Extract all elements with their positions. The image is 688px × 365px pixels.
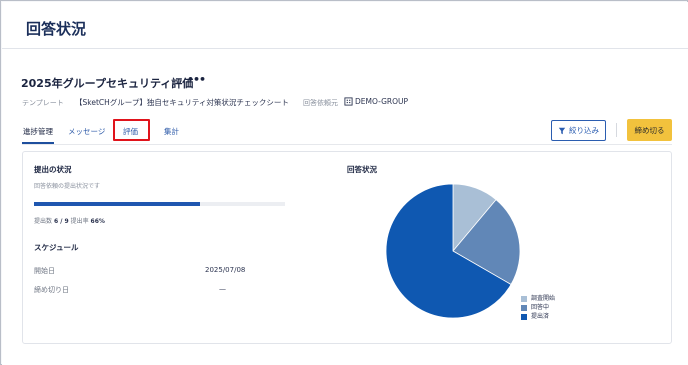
tab-aggregate[interactable]: 集計 bbox=[164, 126, 179, 137]
count-value: 6 / 9 bbox=[53, 218, 69, 225]
legend-swatch bbox=[521, 296, 527, 302]
legend-label: 調査開始 bbox=[531, 295, 556, 302]
highlight-box bbox=[113, 119, 150, 141]
requester-label: 回答依頼元 bbox=[303, 99, 338, 107]
response-pie-chart bbox=[385, 183, 521, 319]
submission-progress-bar bbox=[34, 202, 285, 206]
legend-label: 提出済 bbox=[531, 313, 550, 320]
rate-label: 提出率 bbox=[70, 218, 89, 225]
legend-swatch bbox=[521, 314, 527, 320]
legend-item: 提出済 bbox=[521, 313, 555, 321]
submission-progress-fill bbox=[34, 202, 200, 206]
filter-button-label: 絞り込み bbox=[569, 126, 599, 135]
legend-item: 調査開始 bbox=[521, 295, 555, 303]
legend-label: 回答中 bbox=[531, 304, 550, 311]
submission-subtitle: 回答依頼の提出状況です bbox=[34, 183, 101, 190]
main-content: 2025年グループセキュリティ評価 ••• テンプレート 【SketCHグループ… bbox=[2, 49, 688, 365]
legend-item: 回答中 bbox=[521, 304, 555, 312]
template-value: 【SketCHグループ】独自セキュリティ対策状況チェックシート bbox=[75, 98, 289, 107]
active-tab-indicator bbox=[22, 142, 54, 144]
tab-progress[interactable]: 進捗管理 bbox=[23, 126, 53, 137]
more-options-icon[interactable]: ••• bbox=[187, 73, 206, 86]
close-survey-button[interactable]: 締め切る bbox=[627, 119, 672, 141]
rate-value: 66% bbox=[90, 218, 105, 225]
deadline-label: 締め切り日 bbox=[34, 286, 69, 294]
tab-messages[interactable]: メッセージ bbox=[68, 126, 105, 137]
status-card: 提出の状況 回答依頼の提出状況です 提出数 6 / 9 提出率 66% スケジュ… bbox=[22, 151, 672, 344]
start-date-label: 開始日 bbox=[34, 267, 55, 275]
response-status-title: 回答状況 bbox=[347, 165, 377, 174]
window-frame: 回答状況 2025年グループセキュリティ評価 ••• テンプレート 【SketC… bbox=[0, 0, 688, 365]
building-icon bbox=[344, 97, 353, 106]
filter-button[interactable]: 絞り込み bbox=[551, 120, 606, 141]
start-date-value: 2025/07/08 bbox=[205, 266, 246, 274]
pie-legend: 調査開始回答中提出済 bbox=[521, 295, 555, 322]
count-label: 提出数 bbox=[34, 218, 53, 225]
template-label: テンプレート bbox=[22, 99, 64, 107]
toolbar-divider bbox=[616, 123, 617, 137]
requester-value: DEMO-GROUP bbox=[355, 97, 409, 106]
page-title: 回答状況 bbox=[26, 20, 87, 38]
survey-title: 2025年グループセキュリティ評価 bbox=[21, 77, 194, 90]
deadline-value: — bbox=[219, 285, 226, 293]
header-bar: 回答状況 bbox=[2, 2, 688, 49]
submission-stats: 提出数 6 / 9 提出率 66% bbox=[34, 216, 105, 225]
submission-title: 提出の状況 bbox=[34, 165, 72, 174]
schedule-title: スケジュール bbox=[34, 243, 79, 252]
tab-divider bbox=[22, 144, 672, 145]
legend-swatch bbox=[521, 305, 527, 311]
filter-icon bbox=[558, 127, 566, 134]
